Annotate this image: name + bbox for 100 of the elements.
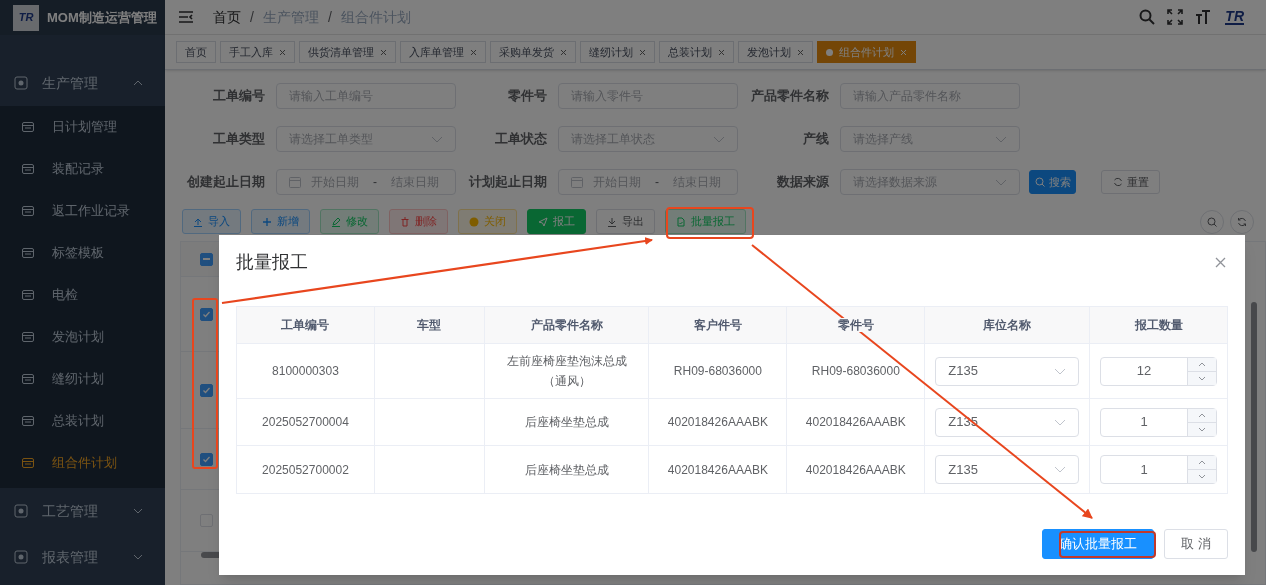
sidebar-item[interactable]: 总装计划 xyxy=(0,400,165,442)
sidebar-menu[interactable]: 生产管理 xyxy=(0,60,165,106)
calendar-icon xyxy=(22,121,34,133)
column-header: 报工数量 xyxy=(1132,318,1185,332)
search-button[interactable]: 搜索 xyxy=(1029,170,1076,194)
select-field[interactable]: Z135 xyxy=(935,455,1080,484)
module-icon xyxy=(14,504,28,518)
sidebar-menu[interactable]: 报表管理 xyxy=(0,534,165,580)
chevron-up-icon xyxy=(1198,460,1206,465)
field-label: 产品零件名称 xyxy=(750,87,829,106)
checkbox[interactable] xyxy=(199,252,213,266)
close-icon xyxy=(380,48,387,56)
module-icon xyxy=(14,76,28,90)
tab[interactable]: 组合件计划 xyxy=(817,41,916,63)
calendar-icon xyxy=(571,176,583,188)
calendar-icon xyxy=(22,457,34,469)
dialog-title: 批量报工 xyxy=(236,251,308,274)
table-cell: 2025052700004 xyxy=(236,398,375,446)
chevron-icon xyxy=(1054,466,1067,473)
number-input[interactable]: 1 xyxy=(1100,455,1217,484)
chevron-down-icon xyxy=(1198,375,1206,381)
field-label: 计划起止日期 xyxy=(468,173,547,192)
tab[interactable]: 入库单管理 xyxy=(400,41,486,63)
field-label: 数据来源 xyxy=(776,173,829,192)
toolbar-button[interactable]: 导入 xyxy=(182,209,241,234)
check-icon xyxy=(201,309,211,319)
calendar-icon xyxy=(289,176,301,188)
toolbar-button[interactable]: 删除 xyxy=(389,209,448,234)
calendar-icon xyxy=(22,373,34,385)
breadcrumb-separator: / xyxy=(327,7,332,27)
tab[interactable]: 供货清单管理 xyxy=(299,41,396,63)
document-icon xyxy=(676,216,686,227)
chevron-icon xyxy=(1054,418,1067,426)
close-icon xyxy=(279,48,286,56)
download-icon xyxy=(607,216,617,227)
alert-icon xyxy=(469,216,479,227)
field-label: 工单编号 xyxy=(212,87,265,106)
tab[interactable]: 采购单发货 xyxy=(490,41,576,63)
close-icon xyxy=(470,48,477,56)
refresh-icon xyxy=(1112,177,1123,187)
toolbar-button[interactable]: 导出 xyxy=(596,209,655,234)
column-header: 零件号 xyxy=(835,318,876,332)
select-field[interactable]: Z135 xyxy=(935,356,1080,386)
cancel-button[interactable]: 取 消 xyxy=(1164,529,1228,559)
sidebar-item[interactable]: 发泡计划 xyxy=(0,316,165,358)
logo: TR xyxy=(13,4,39,31)
number-input[interactable]: 12 xyxy=(1100,356,1217,386)
close-icon xyxy=(718,48,725,56)
sidebar-item[interactable]: 组合件计划 xyxy=(0,442,165,484)
checkbox[interactable] xyxy=(199,383,213,397)
chevron-icon xyxy=(713,135,725,143)
sidebar-item[interactable]: 缝纫计划 xyxy=(0,358,165,400)
reset-button[interactable]: 重置 xyxy=(1101,170,1160,194)
search-icon[interactable] xyxy=(1139,9,1156,25)
breadcrumb-item[interactable]: 首页 xyxy=(213,6,241,28)
column-header: 车型 xyxy=(415,318,444,332)
logo[interactable]: TR xyxy=(1225,9,1244,25)
toolbar-button[interactable]: 修改 xyxy=(320,209,379,234)
calendar-icon xyxy=(22,163,34,175)
refresh-icon xyxy=(1237,216,1247,227)
field-label: 产线 xyxy=(802,130,829,149)
table-cell: 402018426AAABK xyxy=(648,398,787,446)
tab[interactable]: 手工入库 xyxy=(220,41,295,63)
module-icon xyxy=(14,550,28,564)
column-header: 客户件号 xyxy=(691,318,744,332)
calendar-icon xyxy=(22,415,34,427)
font-size-icon[interactable] xyxy=(1195,9,1212,25)
sidebar-item[interactable]: 日计划管理 xyxy=(0,106,165,148)
toolbar-button[interactable]: 报工 xyxy=(527,209,586,234)
sidebar-item[interactable]: 返工作业记录 xyxy=(0,190,165,232)
sidebar-item[interactable]: 装配记录 xyxy=(0,148,165,190)
send-icon xyxy=(538,216,548,227)
table-cell: RH09-68036000 xyxy=(786,343,925,399)
calendar-icon xyxy=(22,331,34,343)
close-icon xyxy=(560,48,567,56)
tab[interactable]: 首页 xyxy=(176,41,216,63)
sidebar-menu[interactable]: 工艺管理 xyxy=(0,488,165,534)
field-label: 工单类型 xyxy=(212,130,265,149)
chevron-icon xyxy=(133,553,143,561)
chevron-down-icon xyxy=(1198,426,1206,432)
sidebar-item[interactable]: 电检 xyxy=(0,274,165,316)
close-icon[interactable] xyxy=(1215,257,1226,268)
toolbar-button[interactable]: 新增 xyxy=(251,209,310,234)
close-icon xyxy=(900,48,907,56)
menu-icon[interactable] xyxy=(179,11,193,23)
chevron-icon xyxy=(1054,367,1067,375)
number-input[interactable]: 1 xyxy=(1100,407,1217,437)
tab[interactable]: 总装计划 xyxy=(659,41,734,63)
column-header: 产品零件名称 xyxy=(528,318,605,332)
checkbox[interactable] xyxy=(199,452,213,466)
chevron-up-icon xyxy=(1198,412,1206,418)
fullscreen-icon[interactable] xyxy=(1167,9,1184,25)
field-label: 创建起止日期 xyxy=(186,173,265,192)
scrollbar[interactable] xyxy=(1251,302,1257,552)
sidebar-item[interactable]: 标签模板 xyxy=(0,232,165,274)
tab[interactable]: 发泡计划 xyxy=(738,41,813,63)
tab[interactable]: 缝纫计划 xyxy=(580,41,655,63)
toolbar-button[interactable]: 批量报工 xyxy=(665,209,746,234)
check-icon xyxy=(201,385,211,395)
checkbox[interactable] xyxy=(199,307,213,321)
